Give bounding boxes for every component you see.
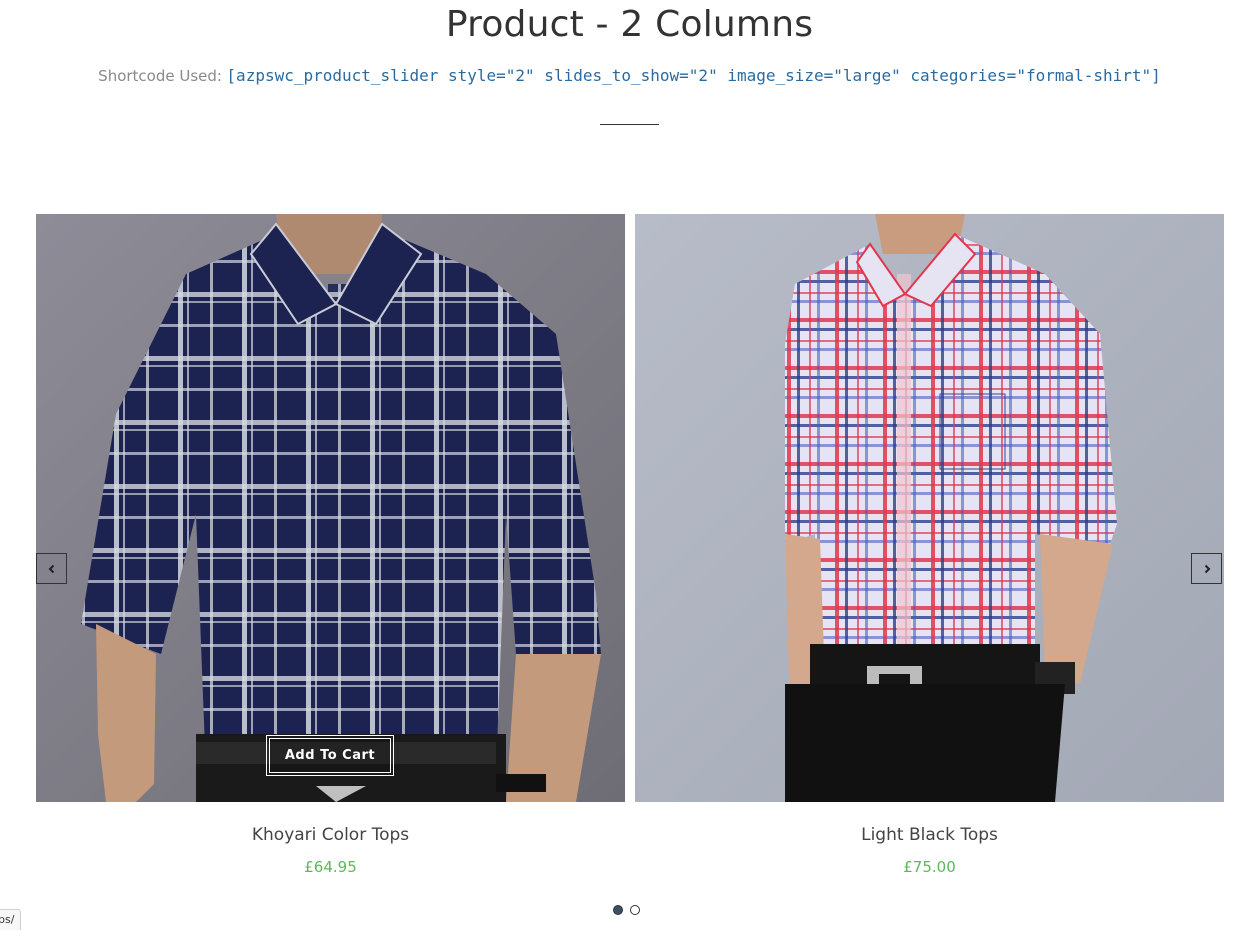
- product-name[interactable]: Khoyari Color Tops: [36, 825, 625, 845]
- chevron-left-icon: [48, 564, 54, 573]
- product-photo: [635, 214, 1224, 802]
- product-card: Light Black Tops £75.00: [635, 214, 1224, 876]
- product-slider: Add To Cart Khoyari Color Tops £64.95 Li…: [36, 214, 1224, 894]
- add-to-cart-button[interactable]: Add To Cart: [266, 735, 394, 776]
- product-name[interactable]: Light Black Tops: [635, 825, 1224, 845]
- page-title: Product - 2 Columns: [445, 4, 814, 45]
- product-image-light-black[interactable]: [635, 214, 1224, 802]
- slider-prev-button[interactable]: [36, 553, 67, 584]
- status-bar-url: ps/: [0, 909, 22, 930]
- pagination-dot-2[interactable]: [630, 905, 640, 915]
- product-price: £75.00: [903, 858, 956, 876]
- product-card: Add To Cart Khoyari Color Tops £64.95: [36, 214, 625, 876]
- shortcode-label: Shortcode Used:: [98, 67, 222, 85]
- product-price: £64.95: [304, 858, 357, 876]
- pagination-dot-1[interactable]: [613, 905, 623, 915]
- shortcode-line: Shortcode Used: [azpswc_product_slider s…: [0, 66, 1248, 86]
- product-photo: [36, 214, 625, 802]
- product-image-khoyari[interactable]: Add To Cart: [36, 214, 625, 802]
- chevron-right-icon: [1204, 564, 1210, 573]
- shortcode-value: [azpswc_product_slider style="2" slides_…: [226, 66, 1161, 85]
- slider-pagination: [613, 905, 640, 915]
- title-separator: [600, 124, 659, 125]
- slider-next-button[interactable]: [1191, 553, 1222, 584]
